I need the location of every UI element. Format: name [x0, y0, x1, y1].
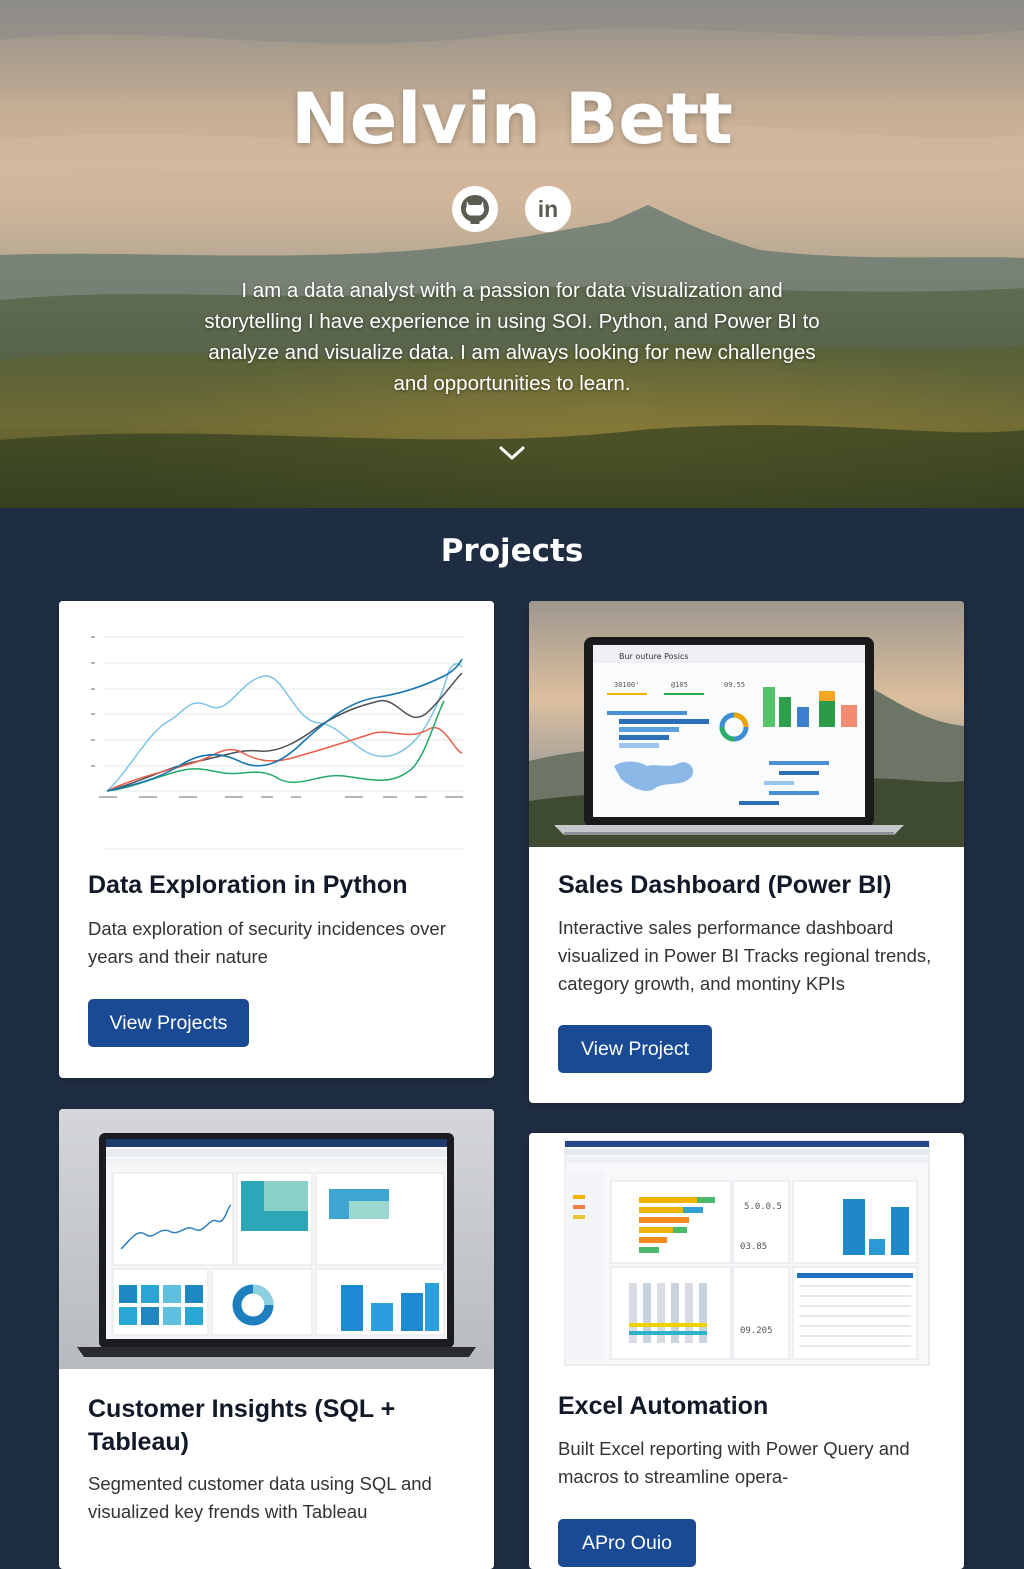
svg-text:09.55: 09.55 — [724, 681, 745, 689]
project-button[interactable]: APro Ouio — [558, 1519, 696, 1567]
hero-name: Nelvin Bett — [291, 78, 733, 160]
view-projects-button[interactable]: View Projects — [88, 999, 249, 1047]
github-icon — [461, 195, 489, 224]
project-description: Segmented customer data using SQL and vi… — [88, 1473, 432, 1522]
hero-section: Nelvin Bett in I am a data analyst with … — [0, 0, 1024, 508]
laptop-dashboard-thumbnail: Bur outure Posics 30100' @105 09.55 — [529, 601, 964, 847]
project-title: Customer Insights (SQL + Tableau) — [88, 1395, 396, 1456]
project-thumbnail: 5.0.0.5 03.85 09.205 — [529, 1133, 964, 1373]
project-title: Data Exploration in Python — [88, 871, 408, 899]
projects-heading: Projects — [440, 533, 584, 569]
excel-dashboard-thumbnail: 5.0.0.5 03.85 09.205 — [564, 1140, 930, 1366]
project-card-sales-dashboard: Bur outure Posics 30100' @105 09.55 Sale… — [529, 601, 964, 1103]
laptop-tableau-thumbnail — [77, 1133, 476, 1357]
project-description: Built Excel reporting with Power Query a… — [558, 1438, 910, 1487]
chevron-down-icon[interactable] — [498, 442, 526, 464]
hero-bio: I am a data analyst with a passion for d… — [204, 279, 820, 395]
github-link[interactable] — [452, 186, 498, 232]
svg-text:5.0.0.5: 5.0.0.5 — [744, 1202, 782, 1212]
svg-text:@105: @105 — [671, 681, 688, 689]
view-project-button[interactable]: View Project — [558, 1025, 712, 1073]
line-chart-thumbnail — [91, 636, 464, 850]
svg-text:09.205: 09.205 — [740, 1326, 773, 1336]
screen-title: Bur outure Posics — [619, 652, 689, 661]
project-title: Excel Automation — [558, 1392, 769, 1420]
project-card-excel-automation: 5.0.0.5 03.85 09.205 Excel Automation Bu… — [529, 1133, 964, 1569]
project-description: Interactive sales performance dashboard … — [558, 917, 932, 994]
project-description: Data exploration of security incidences … — [88, 918, 446, 967]
project-card-data-exploration: Data Exploration in Python Data explorat… — [59, 601, 494, 1078]
mountain-landscape-background — [0, 0, 1024, 508]
svg-text:03.85: 03.85 — [740, 1242, 767, 1252]
project-thumbnail: Bur outure Posics 30100' @105 09.55 — [529, 601, 964, 847]
project-thumbnail — [59, 1109, 494, 1369]
linkedin-icon: in — [537, 195, 559, 222]
project-title: Sales Dashboard (Power BI) — [558, 871, 892, 899]
svg-text:30100': 30100' — [614, 681, 639, 689]
project-card-customer-insights: Customer Insights (SQL + Tableau) Segmen… — [59, 1109, 494, 1569]
project-thumbnail — [59, 601, 494, 851]
linkedin-link[interactable]: in — [525, 186, 571, 232]
